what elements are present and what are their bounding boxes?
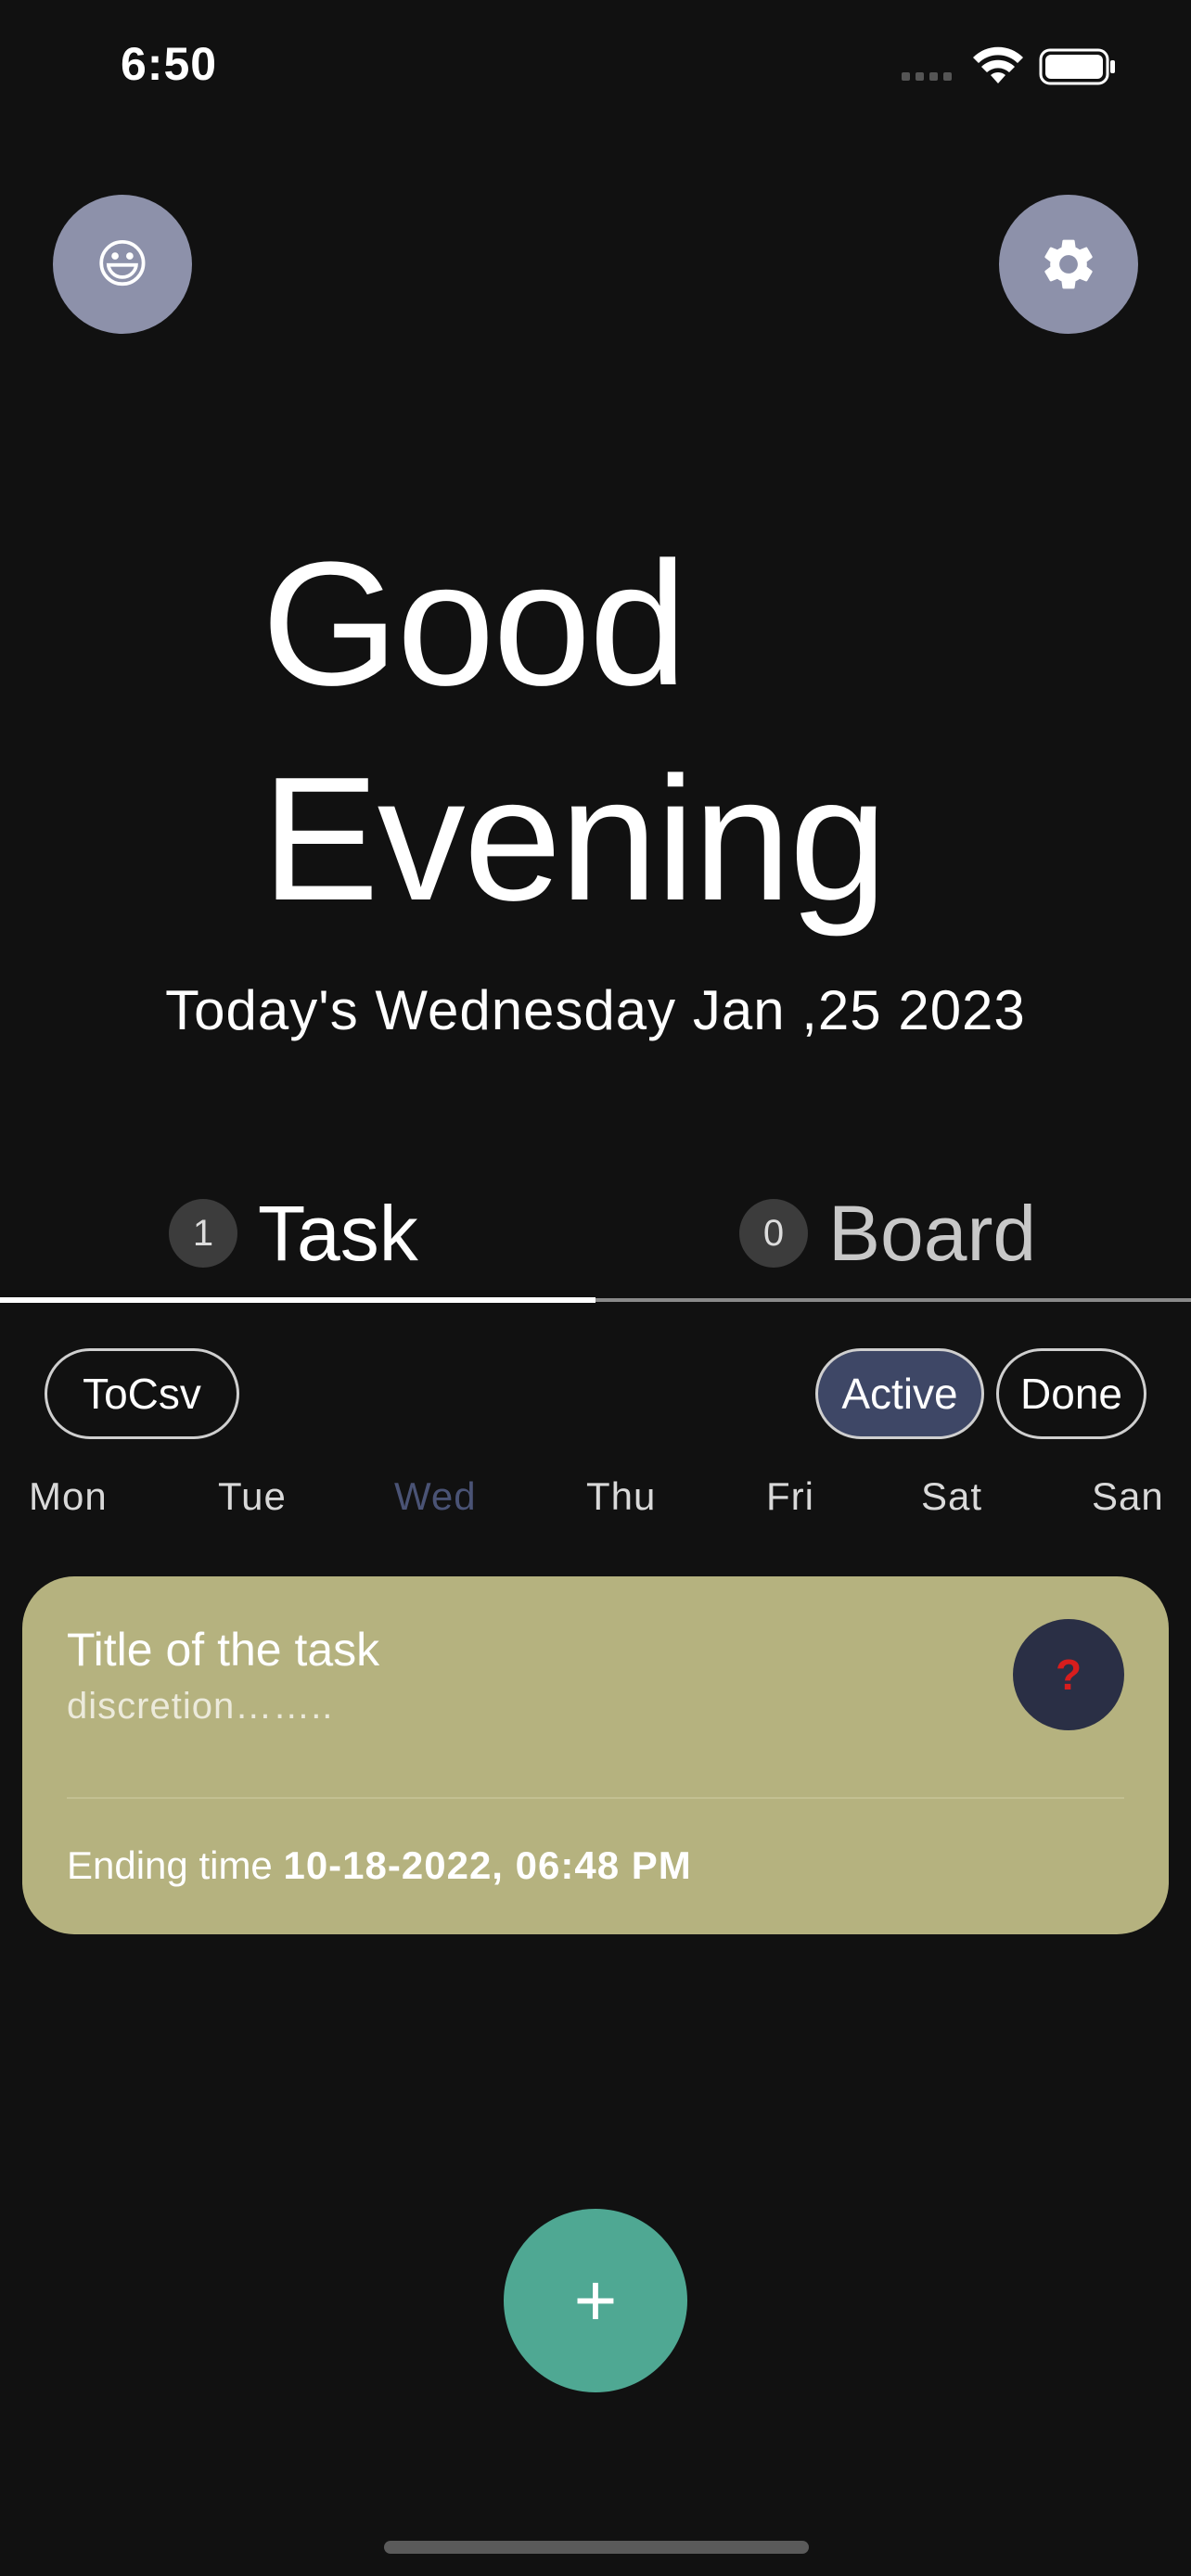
greeting-line-2: Evening (262, 741, 888, 937)
tab-active-indicator (0, 1297, 596, 1303)
date-subtitle: Today's Wednesday Jan ,25 2023 (165, 979, 1026, 1041)
add-task-button[interactable]: + (504, 2209, 687, 2392)
tab-board[interactable]: 0 Board (739, 1187, 1036, 1280)
greeting-line-1: Good (262, 526, 687, 722)
task-count-badge: 1 (169, 1199, 237, 1268)
card-divider (67, 1797, 1124, 1799)
ending-time-value: 10-18-2022, 06:48 PM (283, 1843, 692, 1887)
board-count-badge: 0 (739, 1199, 808, 1268)
gear-icon (1044, 239, 1093, 289)
day-selector: Mon Tue Wed Thu Fri Sat San (0, 1474, 1191, 1539)
task-description: discretion…….. (67, 1686, 334, 1727)
avatar-button[interactable]: 😃 (53, 195, 192, 334)
day-wed[interactable]: Wed (394, 1474, 477, 1519)
wifi-icon (973, 46, 1023, 83)
task-ending-time: Ending time 10-18-2022, 06:48 PM (67, 1843, 692, 1888)
task-card[interactable]: Title of the task discretion…….. ? Endin… (22, 1576, 1169, 1934)
tab-task[interactable]: 1 Task (169, 1187, 418, 1280)
filter-active-chip[interactable]: Active (815, 1348, 984, 1439)
home-indicator[interactable] (384, 2541, 809, 2554)
day-sat[interactable]: Sat (921, 1474, 982, 1519)
task-status-button[interactable]: ? (1013, 1619, 1124, 1730)
day-mon[interactable]: Mon (29, 1474, 108, 1519)
day-thu[interactable]: Thu (586, 1474, 656, 1519)
day-san[interactable]: San (1092, 1474, 1164, 1519)
tab-task-label: Task (258, 1189, 418, 1277)
question-mark-icon: ? (1055, 1651, 1082, 1699)
battery-icon (1039, 48, 1115, 85)
day-fri[interactable]: Fri (766, 1474, 814, 1519)
cellular-signal-icon (902, 72, 952, 81)
tab-board-label: Board (828, 1189, 1037, 1277)
export-csv-button[interactable]: ToCsv (45, 1348, 239, 1439)
status-time: 6:50 (121, 38, 218, 90)
plus-icon: + (573, 2259, 618, 2341)
settings-button[interactable] (999, 195, 1138, 334)
smiley-emoji-icon: 😃 (95, 235, 150, 293)
ending-time-label: Ending time (67, 1843, 273, 1887)
filter-done-chip[interactable]: Done (996, 1348, 1146, 1439)
task-title: Title of the task (67, 1624, 380, 1676)
day-tue[interactable]: Tue (218, 1474, 287, 1519)
